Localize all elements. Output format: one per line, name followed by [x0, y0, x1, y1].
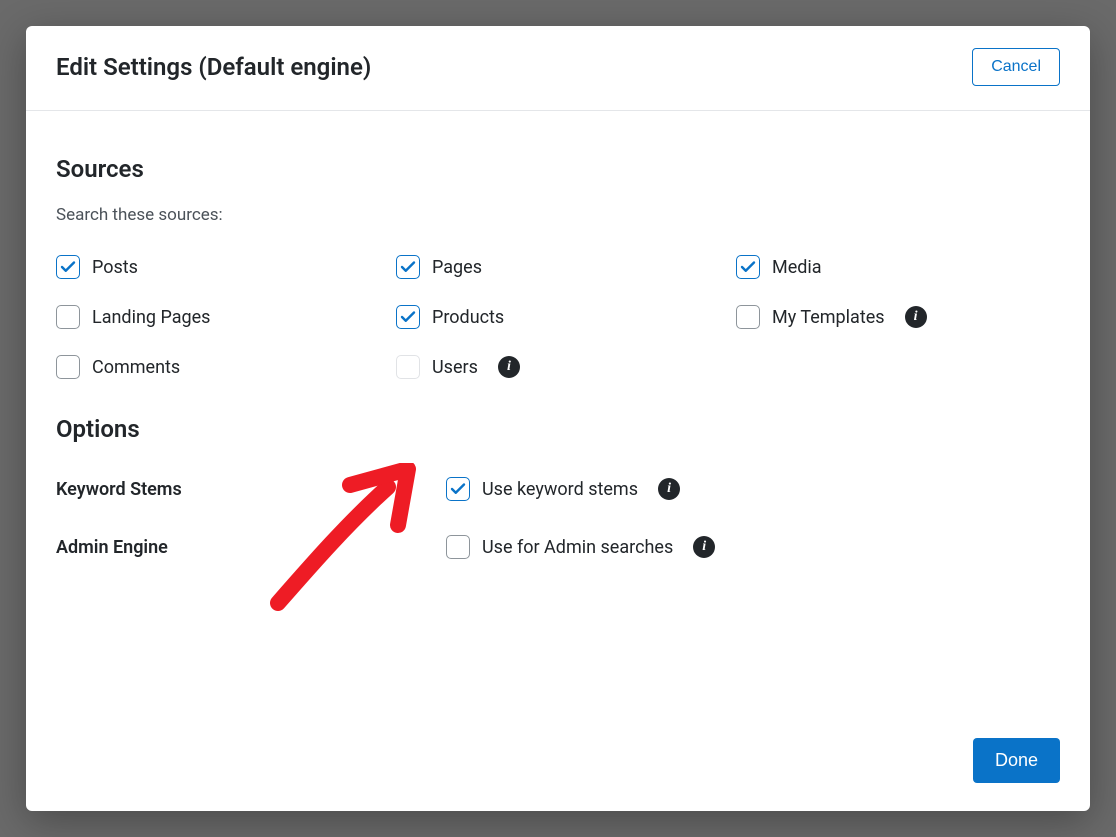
info-icon[interactable]: i [905, 306, 927, 328]
checkbox-posts[interactable] [56, 255, 80, 279]
option-checkbox-label: Use keyword stems [482, 479, 638, 500]
info-icon[interactable]: i [658, 478, 680, 500]
edit-settings-modal: Edit Settings (Default engine) Cancel So… [26, 26, 1090, 811]
info-icon[interactable]: i [498, 356, 520, 378]
source-label: Media [772, 257, 822, 278]
modal-footer: Done [26, 720, 1090, 811]
modal-title: Edit Settings (Default engine) [56, 53, 371, 81]
source-item-media: Media [736, 255, 1060, 279]
checkbox-landing-pages[interactable] [56, 305, 80, 329]
source-label: Products [432, 307, 504, 328]
checkbox-my-templates[interactable] [736, 305, 760, 329]
source-label: My Templates [772, 307, 885, 328]
option-label: Admin Engine [56, 537, 446, 558]
source-item-landing-pages: Landing Pages [56, 305, 396, 329]
source-item-pages: Pages [396, 255, 736, 279]
option-checkbox-label: Use for Admin searches [482, 537, 673, 558]
check-icon [59, 258, 77, 276]
check-icon [399, 258, 417, 276]
source-item-products: Products [396, 305, 736, 329]
source-label: Users [432, 357, 478, 378]
check-icon [449, 480, 467, 498]
source-item-comments: Comments [56, 355, 396, 379]
source-label: Comments [92, 357, 180, 378]
check-icon [399, 308, 417, 326]
sources-grid: Posts Pages Media Landing Pages [56, 255, 1060, 379]
sources-heading: Sources [56, 155, 1060, 183]
sources-subheading: Search these sources: [56, 205, 1060, 225]
checkbox-comments[interactable] [56, 355, 80, 379]
checkbox-products[interactable] [396, 305, 420, 329]
source-label: Posts [92, 257, 138, 278]
source-label: Pages [432, 257, 482, 278]
options-heading: Options [56, 415, 1060, 443]
option-row-keyword-stems: Keyword Stems Use keyword stems i [56, 477, 1060, 501]
checkbox-pages[interactable] [396, 255, 420, 279]
checkbox-users[interactable] [396, 355, 420, 379]
modal-header: Edit Settings (Default engine) Cancel [26, 26, 1090, 111]
source-item-users: Users i [396, 355, 736, 379]
option-label: Keyword Stems [56, 479, 446, 500]
modal-body: Sources Search these sources: Posts Page… [26, 111, 1090, 720]
option-value: Use keyword stems i [446, 477, 1060, 501]
source-item-my-templates: My Templates i [736, 305, 1060, 329]
cancel-button[interactable]: Cancel [972, 48, 1060, 86]
check-icon [739, 258, 757, 276]
checkbox-keyword-stems[interactable] [446, 477, 470, 501]
options-section: Options Keyword Stems Use keyword stems … [56, 415, 1060, 559]
option-value: Use for Admin searches i [446, 535, 1060, 559]
done-button[interactable]: Done [973, 738, 1060, 783]
source-item-posts: Posts [56, 255, 396, 279]
option-row-admin-engine: Admin Engine Use for Admin searches i [56, 535, 1060, 559]
checkbox-admin-engine[interactable] [446, 535, 470, 559]
checkbox-media[interactable] [736, 255, 760, 279]
source-label: Landing Pages [92, 307, 210, 328]
info-icon[interactable]: i [693, 536, 715, 558]
